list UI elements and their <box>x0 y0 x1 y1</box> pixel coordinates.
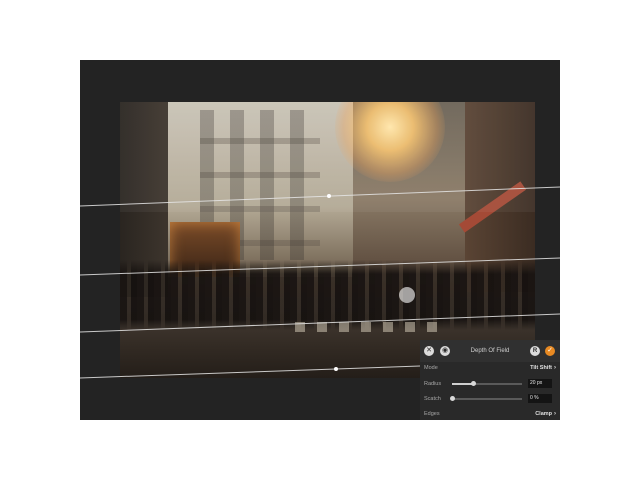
radius-input[interactable]: 20 px <box>528 379 552 388</box>
mode-value[interactable]: Tilt Shift › <box>530 362 556 374</box>
scatch-slider[interactable] <box>450 396 522 401</box>
edges-row[interactable]: Edges Clamp › <box>424 408 556 420</box>
mode-row[interactable]: Mode Tilt Shift › <box>424 362 556 374</box>
panel-header: ✕ ◉ Depth Of Field R ✓ <box>420 340 560 362</box>
chevron-right-icon: › <box>554 411 556 417</box>
close-icon[interactable]: ✕ <box>424 346 434 356</box>
radius-slider-fill <box>452 383 473 385</box>
photo-blur-overlay <box>120 102 535 212</box>
scatch-slider-knob[interactable] <box>450 396 455 401</box>
photo-crosswalk <box>295 322 445 332</box>
chevron-right-icon: › <box>554 365 556 371</box>
photo-crowd <box>120 260 535 330</box>
scatch-label: Scatch <box>424 396 441 402</box>
reset-button[interactable]: R <box>530 346 540 356</box>
checkmark-icon[interactable]: ✓ <box>545 346 555 356</box>
radius-slider-knob[interactable] <box>471 381 476 386</box>
eye-icon[interactable]: ◉ <box>440 346 450 356</box>
radius-label: Radius <box>424 381 442 387</box>
edges-label: Edges <box>424 411 440 417</box>
photo-canvas[interactable] <box>120 102 535 378</box>
radius-slider[interactable] <box>452 381 522 386</box>
depth-of-field-panel: ✕ ◉ Depth Of Field R ✓ Mode Tilt Shift › … <box>420 340 560 420</box>
edges-value[interactable]: Clamp › <box>535 408 556 420</box>
panel-title: Depth Of Field <box>470 348 510 354</box>
radius-row: Radius 20 px <box>424 378 556 390</box>
scatch-input[interactable]: 0 % <box>528 394 552 403</box>
mode-label: Mode <box>424 365 438 371</box>
scatch-row: Scatch 0 % <box>424 393 556 405</box>
